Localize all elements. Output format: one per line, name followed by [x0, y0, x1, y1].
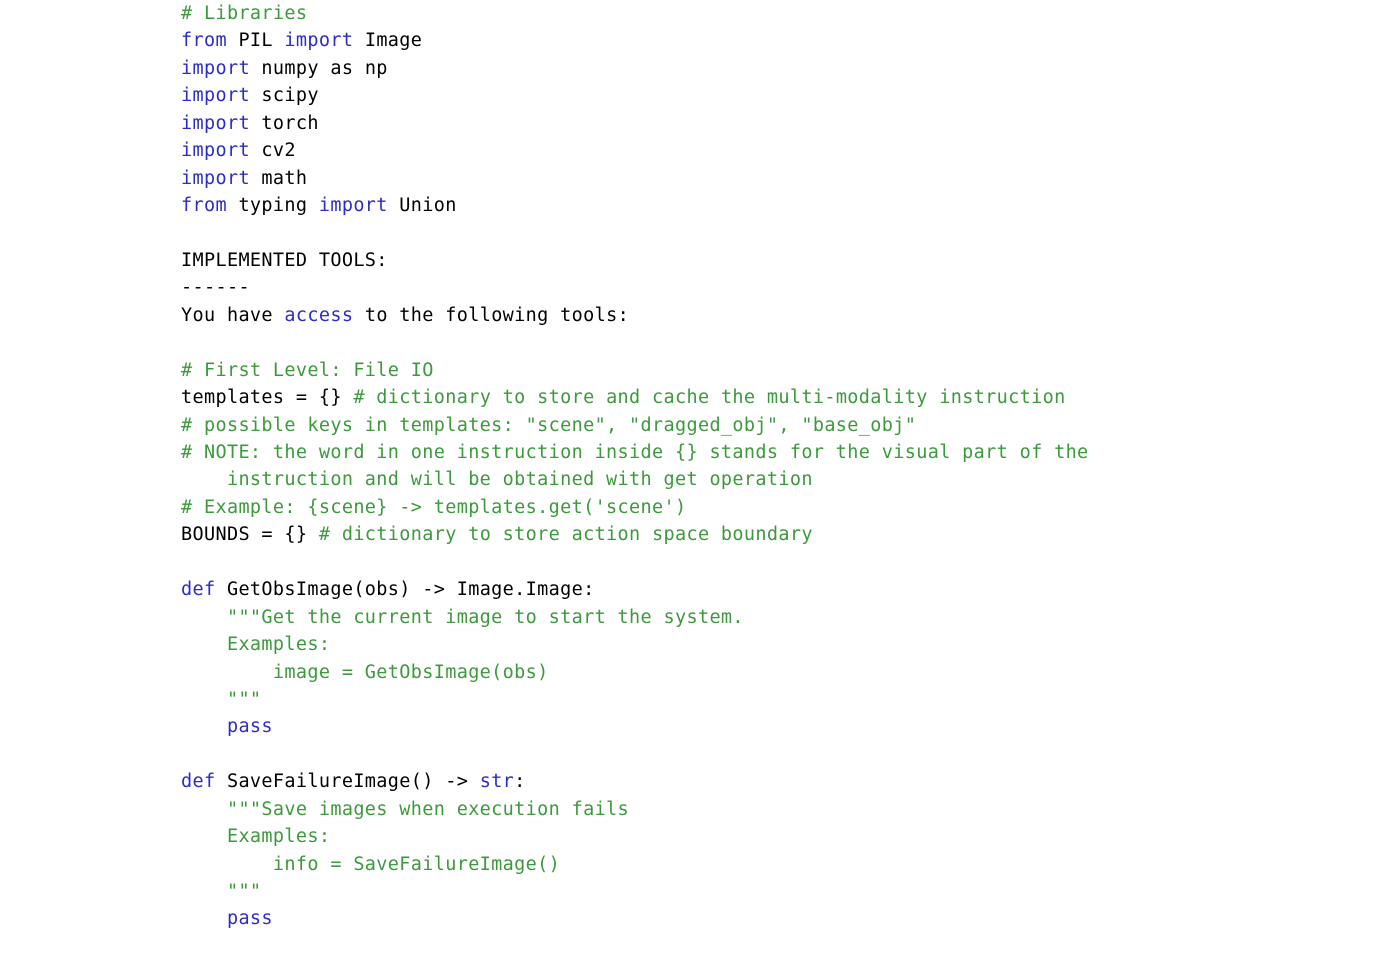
code-token: # NOTE: the word in one instruction insi…	[181, 442, 1089, 463]
code-line: import math	[181, 165, 1361, 192]
code-token: import	[181, 167, 250, 189]
code-token: SaveFailureImage() ->	[215, 771, 480, 793]
code-token: Examples:	[181, 634, 331, 656]
code-token: typing	[226, 195, 319, 217]
code-token: import	[181, 112, 250, 134]
code-line: templates = {} # dictionary to store and…	[181, 384, 1361, 411]
code-token: image = GetObsImage(obs)	[181, 661, 549, 683]
code-line: """	[181, 686, 1361, 713]
code-line: Examples:	[181, 823, 1361, 850]
code-line: import scipy	[181, 82, 1361, 109]
code-line: def SaveFailureImage() -> str:	[181, 768, 1361, 795]
code-token: # dictionary to store and cache the mult…	[353, 387, 1066, 409]
code-line: ------	[181, 274, 1361, 301]
code-token: Examples:	[181, 826, 331, 848]
code-line: info = SaveFailureImage()	[181, 851, 1361, 878]
code-token: import	[181, 140, 250, 162]
code-token: GetObsImage(obs) -> Image.Image:	[215, 579, 595, 601]
code-token: # dictionary to store action space bound…	[318, 524, 813, 546]
code-token: import	[284, 30, 354, 52]
code-token: ------	[181, 277, 250, 299]
code-line: IMPLEMENTED TOOLS:	[181, 247, 1361, 274]
code-token: math	[249, 167, 308, 189]
code-token: templates = {}	[181, 387, 354, 409]
code-line: # possible keys in templates: "scene", "…	[181, 412, 1361, 439]
code-token: """Save images when execution fails	[181, 798, 630, 820]
code-line: pass	[181, 905, 1361, 932]
code-token: import	[318, 195, 388, 217]
code-token: scipy	[249, 85, 319, 107]
code-listing: # Libraries from PIL import Image import n…	[181, 0, 1361, 933]
code-line: # Libraries	[181, 0, 1361, 27]
code-line: image = GetObsImage(obs)	[181, 659, 1361, 686]
code-token: # First Level: File IO	[181, 359, 434, 381]
code-line: import numpy as np	[181, 55, 1361, 82]
code-token: # Libraries	[181, 3, 308, 24]
code-line: # NOTE: the word in one instruction insi…	[181, 439, 1361, 466]
code-line: """Save images when execution fails	[181, 796, 1361, 823]
code-line: import torch	[181, 110, 1361, 137]
code-token: Image	[353, 30, 423, 52]
code-token: instruction and will be obtained with ge…	[181, 469, 813, 491]
code-line: pass	[181, 713, 1361, 740]
code-token: IMPLEMENTED TOOLS:	[181, 249, 388, 271]
code-token: numpy as np	[249, 57, 388, 79]
code-line: # First Level: File IO	[181, 357, 1361, 384]
code-line: def GetObsImage(obs) -> Image.Image:	[181, 576, 1361, 603]
code-token: from	[181, 195, 227, 217]
code-token: """	[181, 881, 262, 902]
code-token: info = SaveFailureImage()	[181, 853, 561, 875]
code-line: instruction and will be obtained with ge…	[181, 466, 1361, 493]
code-line: BOUNDS = {} # dictionary to store action…	[181, 521, 1361, 548]
code-line: """	[181, 878, 1361, 905]
code-token: You have	[181, 304, 285, 326]
code-token: to the following tools:	[353, 304, 630, 326]
code-token: pass	[226, 908, 273, 930]
code-token: pass	[226, 716, 273, 738]
code-token: import	[181, 85, 250, 107]
code-token: str	[479, 771, 515, 793]
code-token: # Example: {scene} -> templates.get('sce…	[181, 496, 687, 518]
code-token: Union	[387, 195, 457, 217]
code-token: PIL	[226, 30, 285, 52]
code-token: """Get the current image to start the sy…	[181, 606, 744, 628]
code-token: torch	[249, 112, 319, 134]
code-token: cv2	[249, 140, 296, 162]
code-token: BOUNDS = {}	[181, 524, 319, 546]
code-token: def	[181, 771, 216, 793]
code-line: """Get the current image to start the sy…	[181, 604, 1361, 631]
code-token: def	[181, 579, 216, 601]
code-line: # Example: {scene} -> templates.get('sce…	[181, 494, 1361, 521]
code-line: You have access to the following tools:	[181, 302, 1361, 329]
code-token: access	[284, 304, 354, 326]
code-line: from PIL import Image	[181, 27, 1361, 54]
code-token: # possible keys in templates: "scene", "…	[181, 414, 917, 436]
code-line: import cv2	[181, 137, 1361, 164]
code-token: from	[181, 30, 227, 52]
code-token: """	[181, 688, 262, 710]
code-line: from typing import Union	[181, 192, 1361, 219]
code-line: Examples:	[181, 631, 1361, 658]
code-token: import	[181, 57, 250, 79]
code-token: :	[514, 771, 526, 793]
